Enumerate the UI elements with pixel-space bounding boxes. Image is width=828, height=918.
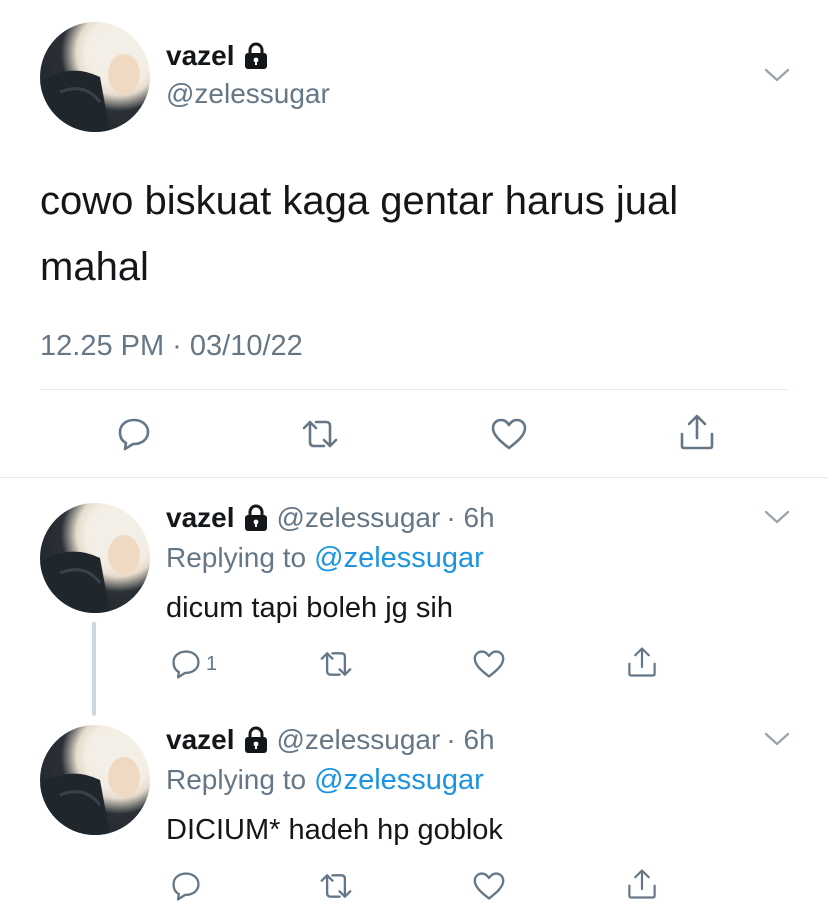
replying-to: Replying to @zelessugar	[166, 542, 484, 575]
display-name[interactable]: vazel	[166, 40, 235, 72]
time-ago[interactable]: · 6h	[446, 502, 494, 534]
retweet-icon	[320, 652, 352, 676]
tweet-text: dicum tapi boleh jg sih	[166, 592, 453, 624]
display-name[interactable]: vazel	[166, 724, 235, 756]
retweet-button[interactable]	[300, 416, 340, 452]
section-divider	[0, 477, 828, 478]
thread-line	[92, 622, 96, 716]
replying-handle-link[interactable]: @zelessugar	[314, 542, 484, 574]
username[interactable]: @zelessugar	[166, 78, 330, 110]
reply-button[interactable]	[116, 416, 152, 452]
like-icon	[473, 872, 505, 900]
reply-icon	[172, 872, 200, 901]
share-button[interactable]	[678, 412, 716, 452]
chevron-down-icon[interactable]	[764, 730, 790, 748]
username[interactable]: @zelessugar	[277, 502, 441, 534]
reply-button[interactable]: 1	[170, 648, 217, 680]
time-ago[interactable]: · 6h	[446, 724, 494, 756]
share-button[interactable]	[626, 867, 658, 901]
avatar[interactable]	[40, 503, 150, 613]
display-name[interactable]: vazel	[166, 502, 235, 534]
share-icon	[680, 414, 714, 450]
username[interactable]: @zelessugar	[277, 724, 441, 756]
like-button[interactable]	[472, 870, 506, 902]
chevron-down-icon[interactable]	[764, 508, 790, 526]
retweet-button[interactable]	[318, 648, 354, 680]
avatar-image	[40, 26, 148, 132]
like-button[interactable]	[472, 648, 506, 680]
replying-handle-link[interactable]: @zelessugar	[314, 764, 484, 796]
reply-count: 1	[206, 652, 218, 675]
tweet-timestamp[interactable]: 12.25 PM · 03/10/22	[40, 330, 303, 363]
like-icon	[491, 418, 527, 450]
replying-to: Replying to @zelessugar	[166, 764, 484, 797]
replying-label: Replying to	[166, 764, 307, 795]
reply-icon	[118, 418, 150, 451]
avatar-image	[40, 729, 148, 835]
share-button[interactable]	[626, 645, 658, 679]
reply-button[interactable]	[170, 870, 206, 902]
share-icon	[628, 869, 656, 899]
avatar[interactable]	[40, 22, 150, 132]
reply-icon	[172, 650, 200, 679]
like-icon	[473, 650, 505, 678]
retweet-icon	[302, 420, 338, 448]
lock-icon	[244, 726, 267, 753]
avatar-image	[40, 507, 148, 613]
like-button[interactable]	[490, 416, 528, 452]
divider	[40, 389, 788, 390]
lock-icon	[244, 42, 267, 69]
retweet-button[interactable]	[318, 870, 354, 902]
share-icon	[628, 647, 656, 677]
tweet-text: DICIUM* hadeh hp goblok	[166, 814, 503, 846]
chevron-down-icon[interactable]	[764, 66, 790, 84]
tweet-text: cowo biskuat kaga gentar harus jual maha…	[40, 179, 679, 289]
replying-label: Replying to	[166, 542, 307, 573]
retweet-icon	[320, 874, 352, 898]
lock-icon	[244, 504, 267, 531]
avatar[interactable]	[40, 725, 150, 835]
